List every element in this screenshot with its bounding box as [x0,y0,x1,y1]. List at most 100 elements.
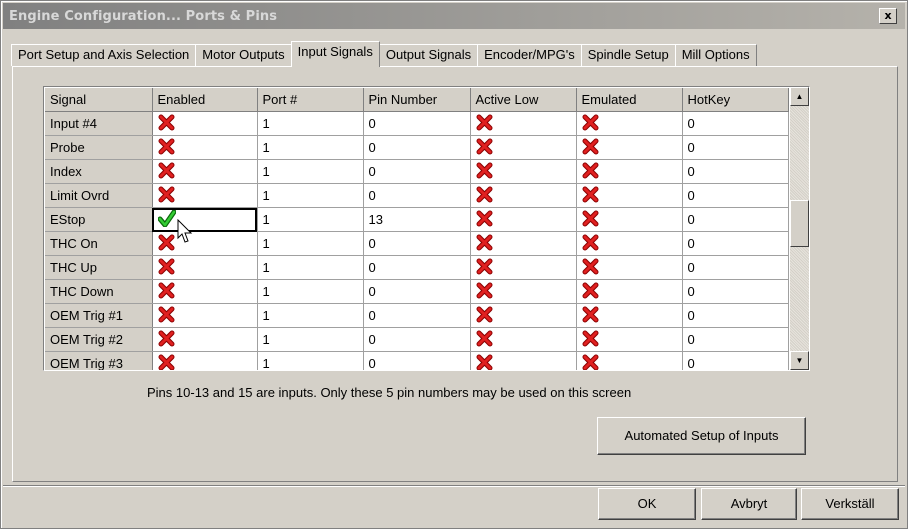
scroll-up-button[interactable]: ▲ [790,87,809,106]
cell-emulated[interactable] [576,183,683,208]
cell-enabled[interactable] [152,231,258,256]
cell-pin-number[interactable]: 0 [363,279,471,304]
cell-port[interactable]: 1 [257,303,364,328]
cell-hotkey[interactable]: 0 [682,135,789,160]
cell-enabled[interactable] [152,303,258,328]
cell-hotkey[interactable]: 0 [682,231,789,256]
cell-hotkey[interactable]: 0 [682,159,789,184]
cell-enabled[interactable] [152,183,258,208]
cell-active-low[interactable] [470,207,577,232]
cell-active-low[interactable] [470,111,577,136]
cell-emulated[interactable] [576,327,683,352]
cell-emulated[interactable] [576,351,683,370]
cell-port[interactable]: 1 [257,207,364,232]
cell-hotkey[interactable]: 0 [682,111,789,136]
table-row[interactable]: Limit Ovrd 1 0 0 [45,183,789,208]
column-header-emulated[interactable]: Emulated [576,88,683,112]
column-header-active-low[interactable]: Active Low [470,88,577,112]
cell-hotkey[interactable]: 0 [682,255,789,280]
cancel-button[interactable]: Avbryt [701,488,797,520]
cell-emulated[interactable] [576,135,683,160]
cell-active-low[interactable] [470,303,577,328]
cell-emulated[interactable] [576,279,683,304]
table-row[interactable]: Probe 1 0 0 [45,135,789,160]
cell-emulated[interactable] [576,207,683,232]
cell-enabled[interactable] [152,327,258,352]
cell-port[interactable]: 1 [257,327,364,352]
cell-active-low[interactable] [470,279,577,304]
cell-hotkey[interactable]: 0 [682,183,789,208]
tab-motor-outputs[interactable]: Motor Outputs [195,44,292,66]
scroll-thumb[interactable] [790,200,809,247]
table-row[interactable]: THC Down 1 0 0 [45,279,789,304]
cell-emulated[interactable] [576,111,683,136]
table-row[interactable]: OEM Trig #1 1 0 0 [45,303,789,328]
cell-pin-number[interactable]: 0 [363,183,471,208]
table-row[interactable]: OEM Trig #2 1 0 0 [45,327,789,352]
cell-pin-number[interactable]: 0 [363,303,471,328]
cell-emulated[interactable] [576,255,683,280]
cell-active-low[interactable] [470,159,577,184]
cell-pin-number[interactable]: 0 [363,327,471,352]
ok-button[interactable]: OK [598,488,696,520]
cell-hotkey[interactable]: 0 [682,303,789,328]
cell-emulated[interactable] [576,231,683,256]
automated-setup-button[interactable]: Automated Setup of Inputs [597,417,806,455]
column-header-pin-number[interactable]: Pin Number [363,88,471,112]
cell-pin-number[interactable]: 0 [363,159,471,184]
close-button[interactable]: x [879,8,897,24]
cell-port[interactable]: 1 [257,351,364,370]
cell-pin-number[interactable]: 0 [363,135,471,160]
table-row[interactable]: Index 1 0 0 [45,159,789,184]
column-header-hotkey[interactable]: HotKey [682,88,789,112]
table-row[interactable]: EStop 1 13 0 [45,207,789,232]
cell-enabled[interactable] [152,111,258,136]
cell-pin-number[interactable]: 0 [363,255,471,280]
cell-enabled[interactable] [152,351,258,370]
cell-port[interactable]: 1 [257,231,364,256]
cell-port[interactable]: 1 [257,135,364,160]
cell-active-low[interactable] [470,327,577,352]
cell-port[interactable]: 1 [257,159,364,184]
table-row[interactable]: OEM Trig #3 1 0 0 [45,351,789,370]
cell-pin-number[interactable]: 0 [363,351,471,370]
table-row[interactable]: THC Up 1 0 0 [45,255,789,280]
cell-emulated[interactable] [576,303,683,328]
cell-active-low[interactable] [470,183,577,208]
cell-port[interactable]: 1 [257,279,364,304]
tab-output-signals[interactable]: Output Signals [378,44,479,66]
cell-active-low[interactable] [470,351,577,370]
cell-hotkey[interactable]: 0 [682,279,789,304]
tab-port-setup[interactable]: Port Setup and Axis Selection [11,44,197,66]
cell-active-low[interactable] [470,255,577,280]
cell-enabled[interactable] [152,279,258,304]
cell-active-low[interactable] [470,231,577,256]
scroll-down-button[interactable]: ▼ [790,351,809,370]
tab-mill-options[interactable]: Mill Options [674,44,757,66]
table-row[interactable]: Input #4 1 0 0 [45,111,789,136]
cell-pin-number[interactable]: 0 [363,111,471,136]
cell-hotkey[interactable]: 0 [682,351,789,370]
tab-encoder-mpg[interactable]: Encoder/MPG's [477,44,582,66]
cell-pin-number[interactable]: 13 [363,207,471,232]
cell-hotkey[interactable]: 0 [682,327,789,352]
cell-enabled[interactable] [152,207,258,232]
cell-port[interactable]: 1 [257,183,364,208]
cell-active-low[interactable] [470,135,577,160]
cell-port[interactable]: 1 [257,111,364,136]
apply-button[interactable]: Verkställ [801,488,899,520]
cell-enabled[interactable] [152,255,258,280]
cell-emulated[interactable] [576,159,683,184]
cell-enabled[interactable] [152,135,258,160]
column-header-enabled[interactable]: Enabled [152,88,258,112]
cell-pin-number[interactable]: 0 [363,231,471,256]
cell-port[interactable]: 1 [257,255,364,280]
cell-hotkey[interactable]: 0 [682,207,789,232]
vertical-scrollbar[interactable]: ▲ ▼ [790,87,809,370]
tab-input-signals[interactable]: Input Signals [290,41,380,67]
column-header-port[interactable]: Port # [257,88,364,112]
column-header-signal[interactable]: Signal [45,88,153,112]
cell-enabled[interactable] [152,159,258,184]
tab-spindle-setup[interactable]: Spindle Setup [580,44,676,66]
table-row[interactable]: THC On 1 0 0 [45,231,789,256]
